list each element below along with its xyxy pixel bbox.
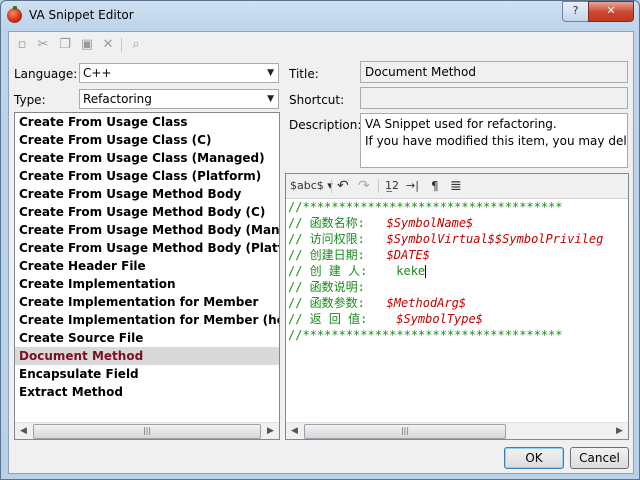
code-line: // 创建日期: $DATE$ <box>288 247 628 263</box>
snippet-list-items: Create From Usage Class Create From Usage… <box>15 113 279 401</box>
list-item[interactable]: Create From Usage Class (Platform) <box>15 167 279 185</box>
description-label: Description: <box>289 118 362 132</box>
code-line: // 函数参数: $MethodArg$ <box>288 295 628 311</box>
code-variable: $SymbolVirtual$$SymbolPrivileg <box>386 232 604 246</box>
tomato-app-icon <box>7 6 22 23</box>
scroll-thumb[interactable]: ||| <box>33 424 261 439</box>
cancel-button[interactable]: Cancel <box>570 447 629 469</box>
cut-icon[interactable]: ✂ <box>34 36 52 54</box>
title-label: Title: <box>289 67 319 81</box>
code-line: // 函数说明: <box>288 279 628 295</box>
list-item[interactable]: Encapsulate Field <box>15 365 279 383</box>
list-item[interactable]: Create From Usage Method Body <box>15 185 279 203</box>
scroll-right-icon[interactable]: ▶ <box>611 423 628 439</box>
code-line: // 返 回 值: $SymbolType$ <box>288 311 628 327</box>
list-item[interactable]: Document Method <box>15 347 279 365</box>
scroll-left-icon[interactable]: ◀ <box>286 423 303 439</box>
shortcut-label: Shortcut: <box>289 93 345 107</box>
code-variable: $SymbolType$ <box>396 312 483 326</box>
scroll-thumb[interactable]: ||| <box>304 424 506 439</box>
list-item[interactable]: Create Implementation for Member (header… <box>15 311 279 329</box>
new-icon[interactable]: ▫ <box>13 36 31 54</box>
find-icon[interactable]: ⌕ <box>127 36 145 54</box>
copy-icon[interactable]: ❐ <box>56 36 74 54</box>
code-comment: // 函数说明: <box>288 280 365 294</box>
toolbar-separator <box>121 38 122 52</box>
window-title: VA Snippet Editor <box>29 8 134 22</box>
word-wrap-icon[interactable]: ≣ <box>450 178 462 194</box>
code-line: // 函数名称: $SymbolName$ <box>288 215 628 231</box>
indent-icon[interactable]: →| <box>406 178 419 194</box>
snippet-list[interactable]: Create From Usage Class Create From Usage… <box>14 112 280 440</box>
close-button[interactable]: ✕ <box>588 1 634 22</box>
code-variable: $MethodArg$ <box>386 296 467 310</box>
language-value: C++ <box>83 66 112 80</box>
shortcut-field[interactable] <box>360 87 628 109</box>
dialog-client: ▫ ✂ ❐ ▣ ✕ ⌕ Language: C++ ▼ Type: Refact… <box>8 31 634 474</box>
code-comment: // 返 回 值: <box>288 312 397 326</box>
delete-icon[interactable]: ✕ <box>99 36 117 54</box>
snippet-editor-window: VA Snippet Editor ? ✕ ▫ ✂ ❐ ▣ ✕ ⌕ Langua… <box>0 0 640 480</box>
code-comment: // 函数名称: <box>288 216 387 230</box>
main-toolbar: ▫ ✂ ❐ ▣ ✕ ⌕ <box>9 32 633 58</box>
code-area[interactable]: //************************************//… <box>286 199 628 423</box>
editor-toolbar: $abc$ ▾ ↶ ↷ 1̲2 →| ¶ ≣ <box>286 174 628 199</box>
toolbar-separator <box>378 179 379 193</box>
code-variable: $SymbolName$ <box>386 216 474 230</box>
language-select[interactable]: C++ ▼ <box>79 63 279 83</box>
scroll-left-icon[interactable]: ◀ <box>15 423 32 439</box>
reserved-strings-label: $abc$ <box>290 179 324 192</box>
list-item[interactable]: Extract Method <box>15 383 279 401</box>
toolbar-separator <box>331 179 332 193</box>
snippet-editor[interactable]: $abc$ ▾ ↶ ↷ 1̲2 →| ¶ ≣ //***************… <box>285 173 629 440</box>
paste-icon[interactable]: ▣ <box>78 36 96 54</box>
language-label: Language: <box>14 67 78 81</box>
chevron-down-icon: ▼ <box>267 94 274 104</box>
redo-icon[interactable]: ↷ <box>358 178 370 194</box>
code-comment: // 访问权限: <box>288 232 387 246</box>
scroll-right-icon[interactable]: ▶ <box>262 423 279 439</box>
list-item[interactable]: Create From Usage Class <box>15 113 279 131</box>
list-item[interactable]: Create From Usage Method Body (C) <box>15 203 279 221</box>
list-item[interactable]: Create Header File <box>15 257 279 275</box>
whitespace-icon[interactable]: ¶ <box>431 178 439 194</box>
help-button[interactable]: ? <box>562 1 589 22</box>
list-item[interactable]: Create From Usage Method Body (Managed) <box>15 221 279 239</box>
code-border-line: //************************************ <box>288 200 563 214</box>
code-border-line: //************************************ <box>288 328 563 342</box>
text-caret <box>425 265 427 278</box>
list-item[interactable]: Create Implementation <box>15 275 279 293</box>
code-comment: // 创 建 人: <box>288 264 397 278</box>
description-line: VA Snippet used for refactoring. <box>365 117 557 131</box>
description-line: If you have modified this item, you may … <box>365 134 628 148</box>
list-item[interactable]: Create From Usage Method Body (Platform) <box>15 239 279 257</box>
undo-icon[interactable]: ↶ <box>337 178 349 194</box>
chevron-down-icon: ▼ <box>267 68 274 78</box>
code-variable: $DATE$ <box>386 248 430 262</box>
type-value: Refactoring <box>83 92 152 106</box>
code-line: // 访问权限: $SymbolVirtual$$SymbolPrivileg <box>288 231 628 247</box>
ok-button[interactable]: OK <box>504 447 564 469</box>
code-line: // 创 建 人: keke <box>288 263 628 279</box>
line-numbers-icon[interactable]: 1̲2 <box>385 178 399 194</box>
horizontal-scrollbar[interactable]: ◀ ||| ▶ <box>15 422 279 439</box>
reserved-strings-button[interactable]: $abc$ ▾ <box>290 178 333 194</box>
list-item[interactable]: Create From Usage Class (Managed) <box>15 149 279 167</box>
code-comment: // 创建日期: <box>288 248 387 262</box>
list-item[interactable]: Create From Usage Class (C) <box>15 131 279 149</box>
title-field[interactable]: Document Method <box>360 61 628 83</box>
editor-horizontal-scrollbar[interactable]: ◀ ||| ▶ <box>286 422 628 439</box>
type-select[interactable]: Refactoring ▼ <box>79 89 279 109</box>
code-text: keke <box>396 264 426 278</box>
description-field[interactable]: VA Snippet used for refactoring. If you … <box>360 113 628 168</box>
code-comment: // 函数参数: <box>288 296 387 310</box>
list-item[interactable]: Create Source File <box>15 329 279 347</box>
title-bar[interactable]: VA Snippet Editor ? ✕ <box>1 1 639 31</box>
type-label: Type: <box>14 93 46 107</box>
list-item[interactable]: Create Implementation for Member <box>15 293 279 311</box>
